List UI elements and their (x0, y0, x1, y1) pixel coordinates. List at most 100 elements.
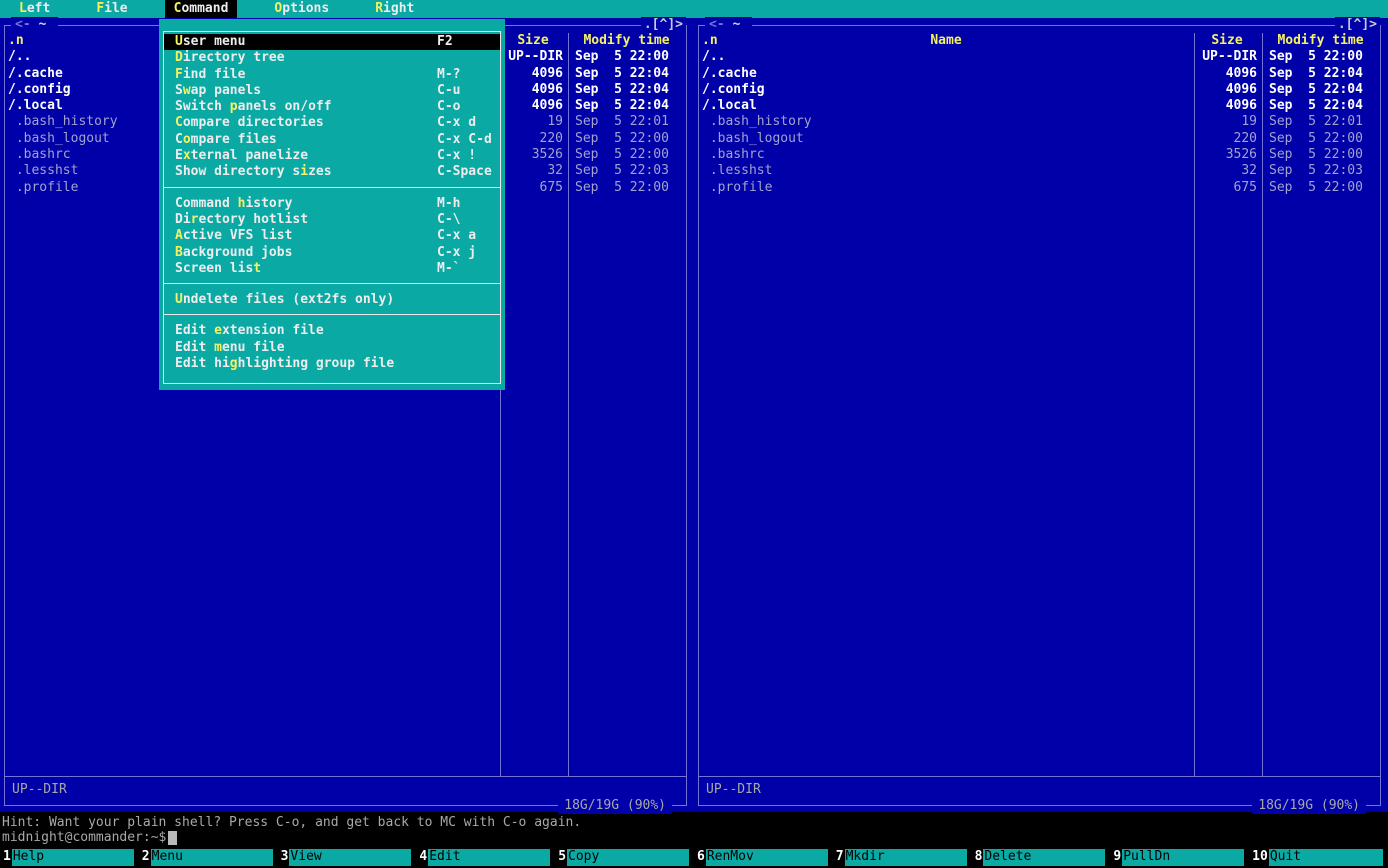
fn-key-label: RenMov (706, 849, 828, 866)
file-modify-time: Sep 5 22:04 (567, 66, 686, 82)
menubar-item-right[interactable]: Right (366, 0, 423, 18)
label-post: ap panels (191, 83, 261, 98)
menu-item-edit-highlighting-group-file[interactable]: Edit highlighting group file (164, 356, 500, 372)
menubar-item-options[interactable]: Options (265, 0, 338, 18)
file-size: 675 (499, 180, 567, 196)
menu-item-shortcut: C-x a (437, 228, 492, 244)
fn-key-quit[interactable]: 10Quit (1249, 847, 1388, 868)
menu-item-label: User menu (175, 34, 437, 50)
menu-item-shortcut: C-\ (437, 212, 492, 228)
file-size: 4096 (1193, 82, 1261, 98)
menu-item-swap-panels[interactable]: Swap panelsC-u (164, 83, 500, 99)
file-modify-time: Sep 5 22:00 (1261, 49, 1380, 65)
fn-key-help[interactable]: 1Help (0, 847, 139, 868)
menu-item-undelete-files-ext2fs-only[interactable]: Undelete files (ext2fs only) (164, 292, 500, 308)
file-modify-time: Sep 5 22:00 (1261, 180, 1380, 196)
panel-up-dir-button[interactable]: .[^]> (1335, 17, 1380, 33)
fn-key-label: Quit (1269, 849, 1383, 866)
file-name: .bashrc (699, 147, 1193, 163)
menubar-item-left[interactable]: Left (10, 0, 59, 18)
label-post: xtension file (222, 323, 324, 338)
menu-item-directory-hotlist[interactable]: Directory hotlistC-\ (164, 212, 500, 228)
file-size: 220 (499, 131, 567, 147)
file-row-[interactable]: /..UP--DIRSep 5 22:00 (699, 49, 1380, 65)
menu-item-label: Show directory sizes (175, 164, 437, 180)
shell-prompt-line[interactable]: midnight@commander:~$ (2, 830, 177, 846)
label-post: ternal panelize (191, 148, 308, 163)
fn-key-delete[interactable]: 8Delete (972, 847, 1111, 868)
file-size: 32 (499, 163, 567, 179)
fn-key-edit[interactable]: 4Edit (416, 847, 555, 868)
file-row-profile[interactable]: .profile675Sep 5 22:00 (699, 180, 1380, 196)
panel-history-back-button[interactable]: <- ~ (11, 17, 58, 33)
column-header-modify-time[interactable]: Modify time (1261, 33, 1380, 49)
label-post: ile (104, 1, 127, 16)
menu-item-label: Screen list (175, 261, 437, 277)
menu-item-label: Compare directories (175, 115, 437, 131)
menu-item-edit-menu-file[interactable]: Edit menu file (164, 340, 500, 356)
fn-key-menu[interactable]: 2Menu (139, 847, 278, 868)
fn-key-label: Delete (983, 849, 1105, 866)
menu-item-compare-directories[interactable]: Compare directoriesC-x d (164, 115, 500, 131)
menu-item-compare-files[interactable]: Compare filesC-x C-d (164, 132, 500, 148)
menu-item-show-directory-sizes[interactable]: Show directory sizesC-Space (164, 164, 500, 180)
menu-item-shortcut: C-u (437, 83, 492, 99)
file-row-cache[interactable]: /.cache4096Sep 5 22:04 (699, 66, 1380, 82)
menu-item-directory-tree[interactable]: Directory tree (164, 50, 500, 66)
panel-history-back-button[interactable]: <- ~ (705, 17, 752, 33)
menu-item-edit-extension-file[interactable]: Edit extension file (164, 323, 500, 339)
menu-item-label: Edit menu file (175, 340, 437, 356)
menu-item-switch-panels-on-off[interactable]: Switch panels on/offC-o (164, 99, 500, 115)
menu-item-label: Compare files (175, 132, 437, 148)
column-header-name-label: Name (930, 33, 961, 48)
file-size: 4096 (1193, 66, 1261, 82)
fn-key-pulldn[interactable]: 9PullDn (1110, 847, 1249, 868)
menu-item-user-menu[interactable]: User menuF2 (164, 34, 500, 50)
file-row-local[interactable]: /.local4096Sep 5 22:04 (699, 98, 1380, 114)
menubar-item-command[interactable]: Command (165, 0, 238, 18)
panel-path: ~ (31, 17, 54, 32)
fn-key-view[interactable]: 3View (278, 847, 417, 868)
file-row-bashrc[interactable]: .bashrc3526Sep 5 22:00 (699, 147, 1380, 163)
file-size: 4096 (499, 98, 567, 114)
label-post: ptions (282, 1, 329, 16)
panel-up-dir-button[interactable]: .[^]> (641, 17, 686, 33)
column-header-size[interactable]: Size (1193, 33, 1261, 49)
file-size: 675 (1193, 180, 1261, 196)
file-list-header: .nNameSizeModify time (699, 33, 1380, 49)
history-back-icon[interactable]: <- (15, 17, 31, 32)
file-row-lesshst[interactable]: .lesshst32Sep 5 22:03 (699, 163, 1380, 179)
menu-item-command-history[interactable]: Command historyM-h (164, 196, 500, 212)
label-post: ommand (181, 1, 228, 16)
menu-item-find-file[interactable]: Find fileM-? (164, 67, 500, 83)
menu-item-shortcut (437, 50, 492, 66)
column-header-size[interactable]: Size (499, 33, 567, 49)
fn-key-number: 8 (972, 849, 984, 866)
menu-item-screen-list[interactable]: Screen listM-` (164, 261, 500, 277)
file-row-bash-logout[interactable]: .bash_logout220Sep 5 22:00 (699, 131, 1380, 147)
panel-right: <- ~ .[^]>.nNameSizeModify time/..UP--DI… (694, 18, 1388, 812)
file-row-bash-history[interactable]: .bash_history19Sep 5 22:01 (699, 114, 1380, 130)
fn-key-copy[interactable]: 5Copy (555, 847, 694, 868)
column-header-modify-time[interactable]: Modify time (567, 33, 686, 49)
menu-bar: Left File Command Options Right (0, 0, 1388, 18)
mini-status: UP--DIR (12, 782, 67, 798)
menu-item-external-panelize[interactable]: External panelizeC-x ! (164, 148, 500, 164)
fn-key-renmov[interactable]: 6RenMov (694, 847, 833, 868)
label-post: irectory tree (183, 50, 285, 65)
history-back-icon[interactable]: <- (709, 17, 725, 32)
fn-key-mkdir[interactable]: 7Mkdir (833, 847, 972, 868)
terminal-cursor[interactable] (168, 831, 177, 845)
file-name: /.cache (699, 66, 1193, 82)
hotkey-letter: m (214, 340, 222, 355)
file-modify-time: Sep 5 22:04 (567, 82, 686, 98)
menubar-item-file[interactable]: File (87, 0, 136, 18)
label-post: ctive VFS list (183, 228, 293, 243)
menu-item-active-vfs-list[interactable]: Active VFS listC-x a (164, 228, 500, 244)
hotkey-letter: w (183, 83, 191, 98)
column-header-name[interactable]: .nName (699, 33, 1193, 49)
menu-item-background-jobs[interactable]: Background jobsC-x j (164, 245, 500, 261)
file-size: 4096 (499, 82, 567, 98)
file-size: 4096 (499, 66, 567, 82)
file-row-config[interactable]: /.config4096Sep 5 22:04 (699, 82, 1380, 98)
